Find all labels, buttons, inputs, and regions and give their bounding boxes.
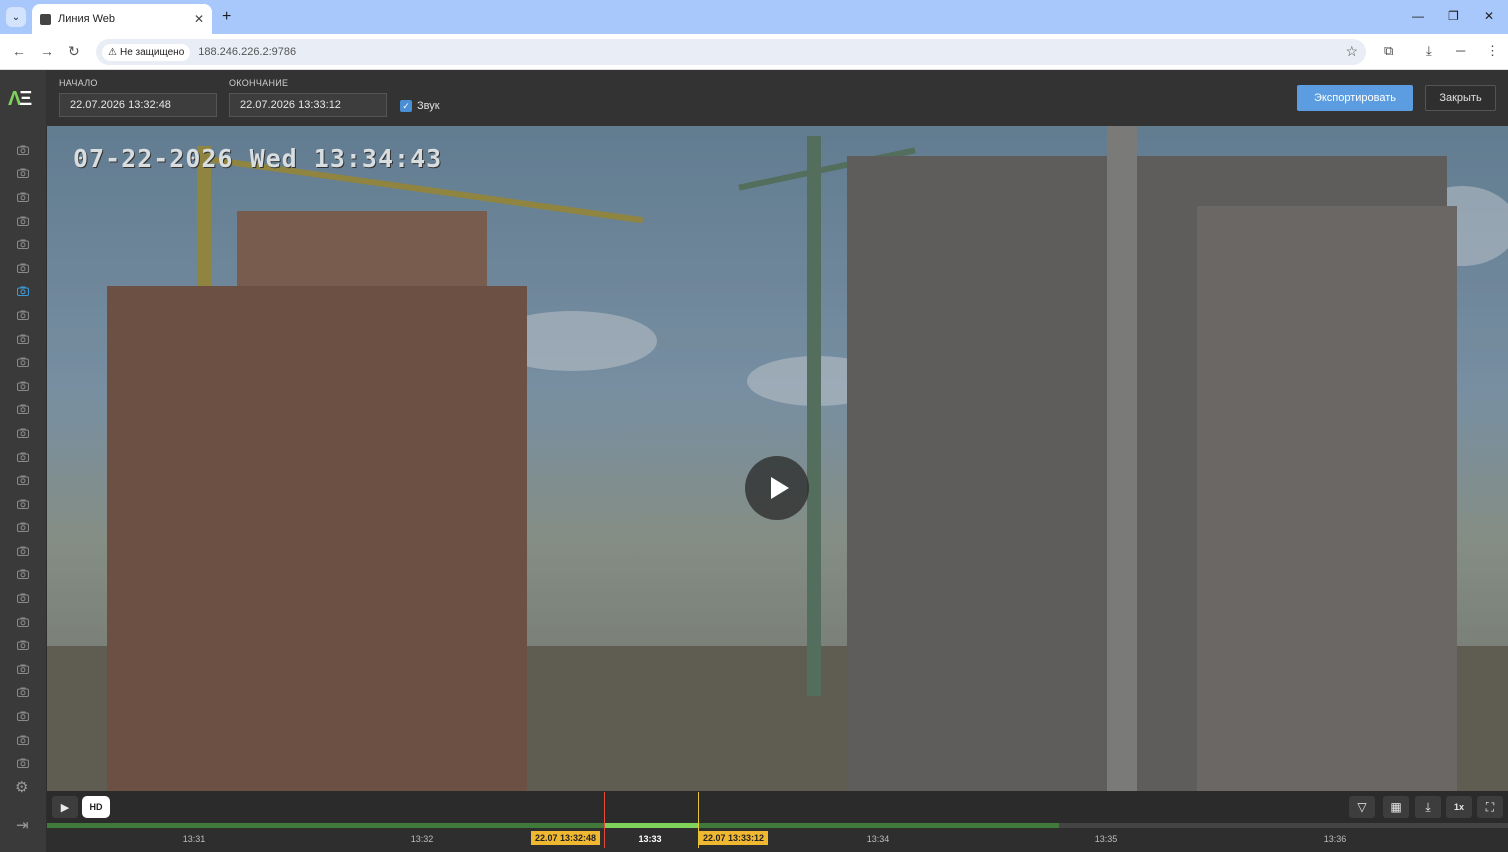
end-marker-label: 22.07 13:33:12 bbox=[699, 831, 769, 845]
play-icon bbox=[770, 477, 789, 499]
camera-icon[interactable] bbox=[0, 232, 46, 256]
player-controls: ▶ HD ▽ ▦ ⤓ 1x ⛶ bbox=[47, 791, 1508, 823]
start-input[interactable]: 22.07.2026 13:32:48 bbox=[59, 93, 217, 117]
camera-icon[interactable] bbox=[0, 539, 46, 563]
selected-range bbox=[604, 823, 698, 828]
recorded-range bbox=[47, 823, 1059, 828]
camera-icon[interactable] bbox=[0, 586, 46, 610]
start-label: НАЧАЛО bbox=[59, 78, 98, 88]
camera-icon[interactable] bbox=[0, 185, 46, 209]
camera-icon[interactable] bbox=[0, 421, 46, 445]
close-window-button[interactable]: ✕ bbox=[1484, 9, 1494, 23]
tab-search-icon[interactable]: ⌄ bbox=[6, 7, 26, 27]
camera-icon[interactable] bbox=[0, 280, 46, 304]
app: ΛΞ ⚙ ⇥ НАЧАЛО 22.07.2026 13:32:48 ОКОНЧА… bbox=[0, 70, 1508, 852]
favicon-icon bbox=[40, 13, 51, 25]
camera-icon[interactable] bbox=[0, 657, 46, 681]
omnibox[interactable]: ⚠ Не защищено 188.246.226.2:9786 ☆ bbox=[96, 39, 1366, 65]
menu-kebab-icon[interactable]: ⋮ bbox=[1486, 43, 1499, 59]
timeline-tick: 13:34 bbox=[866, 834, 890, 844]
restore-button[interactable]: ❐ bbox=[1448, 9, 1459, 23]
logout-icon[interactable]: ⇥ bbox=[16, 816, 29, 834]
end-field-group: ОКОНЧАНИЕ 22.07.2026 13:33:12 bbox=[229, 78, 387, 117]
camera-icon[interactable] bbox=[0, 303, 46, 327]
sidebar: ΛΞ ⚙ ⇥ bbox=[0, 70, 46, 852]
camera-icon[interactable] bbox=[0, 681, 46, 705]
browser-tab[interactable]: Линия Web ✕ bbox=[32, 4, 212, 34]
export-button[interactable]: Экспортировать bbox=[1297, 85, 1413, 111]
insecure-label: Не защищено bbox=[119, 46, 185, 58]
logo: ΛΞ bbox=[8, 88, 32, 110]
camera-icon[interactable] bbox=[0, 162, 46, 186]
osd-timestamp: 07-22-2026 Wed 13:34:43 bbox=[73, 144, 443, 173]
camera-icon[interactable] bbox=[0, 398, 46, 422]
speed-button[interactable]: 1x bbox=[1446, 796, 1472, 818]
bookmark-star-icon[interactable]: ☆ bbox=[1345, 43, 1358, 60]
end-input[interactable]: 22.07.2026 13:33:12 bbox=[229, 93, 387, 117]
camera-icon[interactable] bbox=[0, 563, 46, 587]
address-bar-row: ← → ↻ ⚠ Не защищено 188.246.226.2:9786 ☆… bbox=[0, 34, 1508, 70]
video-frame[interactable]: 07-22-2026 Wed 13:34:43 bbox=[47, 126, 1508, 791]
camera-icon[interactable] bbox=[0, 516, 46, 540]
end-label: ОКОНЧАНИЕ bbox=[229, 78, 289, 88]
timeline[interactable]: 13:31 13:32 13:33 13:34 13:35 13:36 22.0… bbox=[47, 792, 1508, 852]
downloads-icon[interactable]: ⤓ bbox=[1426, 43, 1432, 59]
camera-icon[interactable] bbox=[0, 350, 46, 374]
start-marker-label: 22.07 13:32:48 bbox=[531, 831, 601, 845]
reload-icon[interactable]: ↻ bbox=[68, 43, 80, 60]
fullscreen-icon[interactable]: ⛶ bbox=[1477, 796, 1503, 818]
timeline-tick: 13:35 bbox=[1094, 834, 1118, 844]
browser-tab-bar: ⌄ Линия Web ✕ + — ❐ ✕ bbox=[0, 0, 1508, 34]
new-tab-button[interactable]: + bbox=[222, 8, 231, 26]
start-marker-line[interactable] bbox=[604, 792, 605, 848]
timeline-tick-current: 13:33 bbox=[638, 834, 662, 844]
settings-gear-icon[interactable]: ⚙ bbox=[15, 778, 28, 796]
hd-toggle[interactable]: HD bbox=[82, 796, 110, 818]
sound-label: Звук bbox=[417, 100, 440, 112]
camera-list bbox=[0, 138, 46, 775]
calendar-icon[interactable]: ▦ bbox=[1383, 796, 1409, 818]
play-button[interactable]: ▶ bbox=[52, 796, 78, 818]
security-chip[interactable]: ⚠ Не защищено bbox=[102, 43, 191, 61]
camera-icon[interactable] bbox=[0, 751, 46, 775]
tab-title: Линия Web bbox=[58, 13, 116, 25]
minimize-button[interactable]: — bbox=[1412, 9, 1424, 23]
close-button[interactable]: Закрыть bbox=[1425, 85, 1496, 111]
timeline-tick: 13:31 bbox=[182, 834, 206, 844]
export-toolbar: НАЧАЛО 22.07.2026 13:32:48 ОКОНЧАНИЕ 22.… bbox=[46, 70, 1508, 126]
filter-icon[interactable]: ▽ bbox=[1349, 796, 1375, 818]
warning-icon: ⚠ bbox=[108, 46, 117, 58]
timeline-tick: 13:36 bbox=[1323, 834, 1347, 844]
forward-icon[interactable]: → bbox=[40, 43, 54, 59]
camera-icon[interactable] bbox=[0, 704, 46, 728]
play-overlay-button[interactable] bbox=[745, 456, 809, 520]
download-icon[interactable]: ⤓ bbox=[1415, 796, 1441, 818]
camera-icon[interactable] bbox=[0, 138, 46, 162]
sound-toggle[interactable]: ✓ Звук bbox=[400, 100, 440, 112]
camera-icon[interactable] bbox=[0, 209, 46, 233]
tab-close-icon[interactable]: ✕ bbox=[194, 12, 204, 26]
start-field-group: НАЧАЛО 22.07.2026 13:32:48 bbox=[59, 78, 217, 117]
timeline-tick: 13:32 bbox=[410, 834, 434, 844]
camera-icon[interactable] bbox=[0, 374, 46, 398]
camera-icon[interactable] bbox=[0, 445, 46, 469]
camera-icon[interactable] bbox=[0, 610, 46, 634]
extensions-icon[interactable]: ⧉ bbox=[1384, 43, 1393, 59]
url-text[interactable]: 188.246.226.2:9786 bbox=[198, 46, 296, 58]
back-icon[interactable]: ← bbox=[12, 43, 26, 59]
profile-icon[interactable]: ─ bbox=[1456, 43, 1465, 58]
camera-icon[interactable] bbox=[0, 492, 46, 516]
sound-checkbox[interactable]: ✓ bbox=[400, 100, 412, 112]
camera-icon[interactable] bbox=[0, 327, 46, 351]
camera-icon[interactable] bbox=[0, 633, 46, 657]
camera-icon[interactable] bbox=[0, 256, 46, 280]
camera-icon[interactable] bbox=[0, 728, 46, 752]
camera-icon[interactable] bbox=[0, 468, 46, 492]
